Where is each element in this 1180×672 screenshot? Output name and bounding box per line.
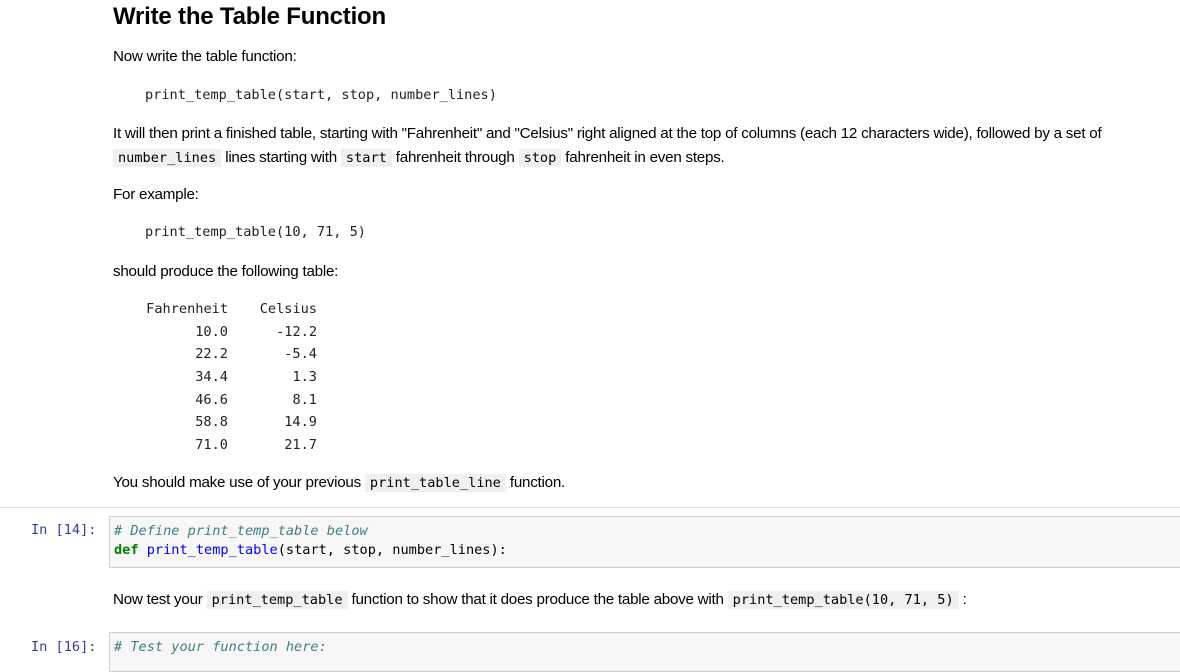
use-previous-text: You should make use of your previous pri… [113,471,565,495]
table-row: 22.2 -5.4 [140,343,321,366]
code-comment: # Test your function here: [114,639,327,655]
inline-code-example-call: print_temp_table(10, 71, 5) [727,591,959,609]
use-previous-after: function. [505,474,566,491]
use-previous-before: You should make use of your previous [113,474,365,491]
inline-code-stop: stop [518,149,562,167]
code-comment: # Define print_temp_table below [114,523,368,539]
cell-fahrenheit: 46.6 [195,391,228,408]
table-row: 71.0 21.7 [140,434,321,457]
cell-divider [0,507,1180,508]
intro-text: Now write the table function: [113,48,297,65]
code-editor-define[interactable]: # Define print_temp_table below def prin… [110,517,1180,565]
code-args: (start, stop, number_lines): [277,542,507,558]
cell-prompt-16: In [16]: [31,639,97,655]
code-function-name: print_temp_table [146,542,278,558]
table-header-row: Fahrenheit Celsius [140,298,321,321]
test-instruction-text: Now test your print_temp_table function … [113,588,967,612]
test-before: Now test your [113,591,207,608]
test-after: : [958,591,967,608]
table-row: 46.6 8.1 [140,388,321,411]
cell-celsius: 8.1 [292,391,317,408]
header-celsius: Celsius [259,301,317,318]
description-line-2: number_lines lines starting with start f… [113,146,725,170]
table-row: 34.4 1.3 [140,366,321,389]
description-line-1: It will then print a finished table, sta… [113,125,1102,142]
cell-celsius: -5.4 [284,346,317,363]
cell-fahrenheit: 58.8 [195,414,228,431]
cell-celsius: 21.7 [284,436,317,453]
inline-code-print-temp-table: print_temp_table [206,591,348,609]
cell-celsius: 1.3 [292,369,317,386]
cell-prompt-14: In [14]: [31,522,97,538]
desc-text-a: lines starting with [221,149,341,166]
inline-code-start: start [340,149,392,167]
section-heading: Write the Table Function [113,3,386,30]
cell-fahrenheit: 71.0 [195,436,228,453]
code-cell-test[interactable]: # Test your function here: [109,632,1180,672]
signature-code: print_temp_table(start, stop, number_lin… [145,87,497,103]
cell-celsius: 14.9 [284,414,317,431]
cell-fahrenheit: 34.4 [195,369,228,386]
should-produce-text: should produce the following table: [113,263,339,280]
inline-code-number-lines: number_lines [113,149,222,167]
header-fahrenheit: Fahrenheit [146,301,228,318]
desc-text-b: fahrenheit through [391,149,519,166]
example-call-code: print_temp_table(10, 71, 5) [145,224,366,240]
cell-fahrenheit: 22.2 [195,346,228,363]
example-label: For example: [113,186,199,203]
cell-fahrenheit: 10.0 [195,323,228,340]
inline-code-print-table-line: print_table_line [364,474,506,492]
code-cell-define[interactable]: # Define print_temp_table below def prin… [109,516,1180,568]
desc-text-c: fahrenheit in even steps. [561,149,725,166]
temperature-table: Fahrenheit Celsius 10.0 -12.2 22.2 -5.4 34… [140,298,321,456]
table-row: 10.0 -12.2 [140,321,321,344]
table-row: 58.8 14.9 [140,411,321,434]
cell-celsius: -12.2 [276,323,317,340]
test-middle: function to show that it does produce th… [347,591,728,608]
code-keyword-def: def [114,542,139,558]
